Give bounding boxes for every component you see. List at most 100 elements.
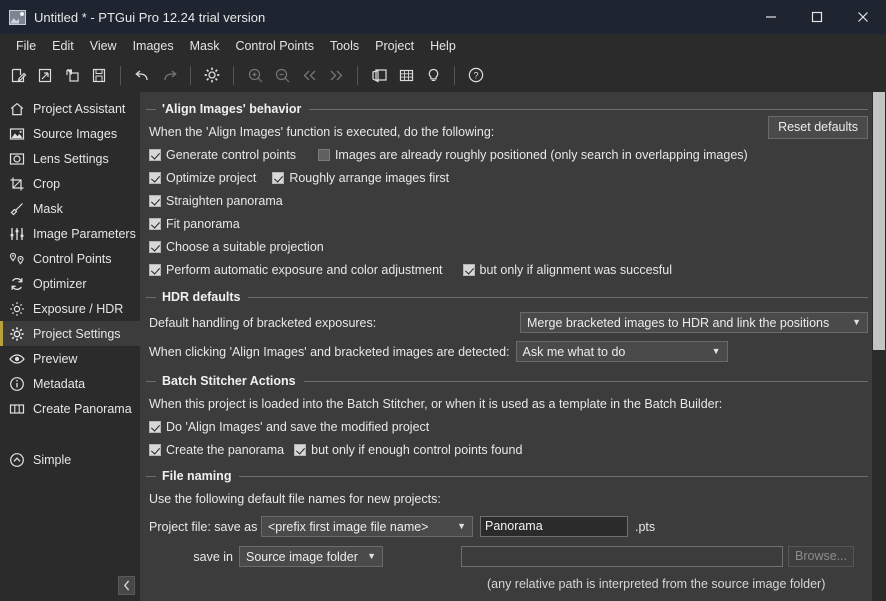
- project-settings-panel: 'Align Images' behavior When the 'Align …: [140, 92, 886, 601]
- checkbox-box: [463, 264, 475, 276]
- align-row-4: Fit panorama: [149, 213, 868, 234]
- checkbox-label: Straighten panorama: [166, 194, 283, 208]
- sidebar-item-preview[interactable]: Preview: [0, 346, 140, 371]
- save-in-mode-select[interactable]: Source image folder ▼: [239, 546, 383, 567]
- chevron-down-icon: ▼: [367, 552, 376, 561]
- photo-icon: [8, 125, 26, 143]
- close-button[interactable]: [840, 0, 886, 34]
- help-icon[interactable]: ?: [463, 62, 489, 88]
- checkbox-box: [149, 149, 161, 161]
- sidebar-item-control-points[interactable]: Control Points: [0, 246, 140, 271]
- save-project-icon[interactable]: [86, 62, 112, 88]
- sidebar-item-project-settings[interactable]: Project Settings: [0, 321, 140, 346]
- checkbox-only-if-enough-control-points[interactable]: but only if enough control points found: [294, 443, 522, 457]
- menu-help[interactable]: Help: [422, 37, 464, 55]
- collapse-sidebar-button[interactable]: [118, 576, 135, 595]
- group-title-text: Batch Stitcher Actions: [162, 374, 296, 388]
- sidebar-item-lens-settings[interactable]: Lens Settings: [0, 146, 140, 171]
- project-file-mode-select[interactable]: <prefix first image file name> ▼: [261, 516, 473, 537]
- sidebar-item-project-assistant[interactable]: Project Assistant: [0, 96, 140, 121]
- menu-mask[interactable]: Mask: [182, 37, 228, 55]
- checkbox-optimize-project[interactable]: Optimize project: [149, 171, 256, 185]
- checkbox-do-align-and-save[interactable]: Do 'Align Images' and save the modified …: [149, 420, 429, 434]
- sidebar-item-label: Image Parameters: [33, 227, 136, 241]
- sidebar-item-source-images[interactable]: Source Images: [0, 121, 140, 146]
- maximize-button[interactable]: [794, 0, 840, 34]
- menu-file[interactable]: File: [8, 37, 44, 55]
- checkbox-label: but only if alignment was succesful: [480, 263, 672, 277]
- checkbox-fit-panorama[interactable]: Fit panorama: [149, 217, 240, 231]
- menu-control-points[interactable]: Control Points: [227, 37, 322, 55]
- sidebar-mode-toggle[interactable]: Simple: [0, 447, 140, 472]
- checkbox-box: [149, 444, 161, 456]
- project-file-mode-value: <prefix first image file name>: [268, 520, 448, 534]
- align-images-icon[interactable]: [366, 62, 392, 88]
- sidebar-item-create-panorama[interactable]: Create Panorama: [0, 396, 140, 421]
- sidebar-item-label: Metadata: [33, 377, 85, 391]
- add-images-icon[interactable]: [59, 62, 85, 88]
- checkbox-box: [318, 149, 330, 161]
- menu-edit[interactable]: Edit: [44, 37, 82, 55]
- sidebar-item-image-parameters[interactable]: Image Parameters: [0, 221, 140, 246]
- save-in-row: save in Source image folder ▼ Browse...: [149, 543, 868, 570]
- hdr-defaults-group-title: HDR defaults: [146, 290, 868, 304]
- relative-path-hint-row: (any relative path is interpreted from t…: [149, 573, 868, 594]
- sidebar-spacer: [0, 421, 140, 447]
- align-row-1: Generate control points Images are alrea…: [149, 144, 868, 165]
- undo-icon[interactable]: [129, 62, 155, 88]
- sidebar-item-exposure-hdr[interactable]: Exposure / HDR: [0, 296, 140, 321]
- reset-defaults-button[interactable]: Reset defaults: [768, 116, 868, 139]
- toolbar-separator: [233, 66, 234, 85]
- minimize-button[interactable]: [748, 0, 794, 34]
- menu-images[interactable]: Images: [125, 37, 182, 55]
- checkbox-roughly-arrange-images-first[interactable]: Roughly arrange images first: [272, 171, 449, 185]
- checkbox-box: [149, 195, 161, 207]
- checkbox-straighten-panorama[interactable]: Straighten panorama: [149, 194, 283, 208]
- sliders-icon: [8, 225, 26, 243]
- menu-tools[interactable]: Tools: [322, 37, 367, 55]
- open-project-icon[interactable]: [32, 62, 58, 88]
- browse-button[interactable]: Browse...: [788, 546, 854, 567]
- checkbox-generate-control-points[interactable]: Generate control points: [149, 148, 296, 162]
- checkbox-auto-exposure-color-adjustment[interactable]: Perform automatic exposure and color adj…: [149, 263, 443, 277]
- project-file-name-input[interactable]: Panorama: [480, 516, 628, 537]
- grid-icon[interactable]: [393, 62, 419, 88]
- menu-bar: File Edit View Images Mask Control Point…: [0, 34, 886, 58]
- align-intro-row: When the 'Align Images' function is exec…: [149, 121, 868, 142]
- checkbox-label: Images are already roughly positioned (o…: [335, 148, 748, 162]
- settings-gear-icon[interactable]: [199, 62, 225, 88]
- new-project-icon[interactable]: [5, 62, 31, 88]
- checkbox-only-if-alignment-successful[interactable]: but only if alignment was succesful: [463, 263, 672, 277]
- checkbox-box: [149, 218, 161, 230]
- group-title-text: 'Align Images' behavior: [162, 102, 301, 116]
- group-title-text: HDR defaults: [162, 290, 240, 304]
- bracketed-exposures-select[interactable]: Merge bracketed images to HDR and link t…: [520, 312, 868, 333]
- checkbox-choose-suitable-projection[interactable]: Choose a suitable projection: [149, 240, 324, 254]
- checkbox-images-already-positioned[interactable]: Images are already roughly positioned (o…: [318, 148, 748, 162]
- project-file-label: Project file: save as: [149, 520, 261, 534]
- lightbulb-icon[interactable]: [420, 62, 446, 88]
- crop-icon: [8, 175, 26, 193]
- sidebar-item-metadata[interactable]: Metadata: [0, 371, 140, 396]
- checkbox-box: [149, 241, 161, 253]
- batch-stitcher-group-title: Batch Stitcher Actions: [146, 374, 868, 388]
- sidebar-item-mask[interactable]: Mask: [0, 196, 140, 221]
- menu-project[interactable]: Project: [367, 37, 422, 55]
- align-row-6: Perform automatic exposure and color adj…: [149, 259, 868, 280]
- sidebar-item-label: Control Points: [33, 252, 112, 266]
- sidebar-item-label: Source Images: [33, 127, 117, 141]
- save-in-mode-value: Source image folder: [246, 550, 358, 564]
- checkbox-label: Perform automatic exposure and color adj…: [166, 263, 443, 277]
- batch-intro-text: When this project is loaded into the Bat…: [149, 397, 722, 411]
- checkbox-create-panorama[interactable]: Create the panorama: [149, 443, 284, 457]
- svg-text:?: ?: [473, 71, 478, 81]
- sidebar-item-optimizer[interactable]: Optimizer: [0, 271, 140, 296]
- home-icon: [8, 100, 26, 118]
- batch-row-2: Create the panorama but only if enough c…: [149, 439, 868, 460]
- scrollbar-thumb[interactable]: [873, 92, 885, 350]
- save-in-path-input[interactable]: [461, 546, 783, 567]
- bracketed-detected-select[interactable]: Ask me what to do ▼: [516, 341, 728, 362]
- sidebar-item-crop[interactable]: Crop: [0, 171, 140, 196]
- main-vertical-scrollbar[interactable]: [872, 92, 886, 601]
- menu-view[interactable]: View: [82, 37, 125, 55]
